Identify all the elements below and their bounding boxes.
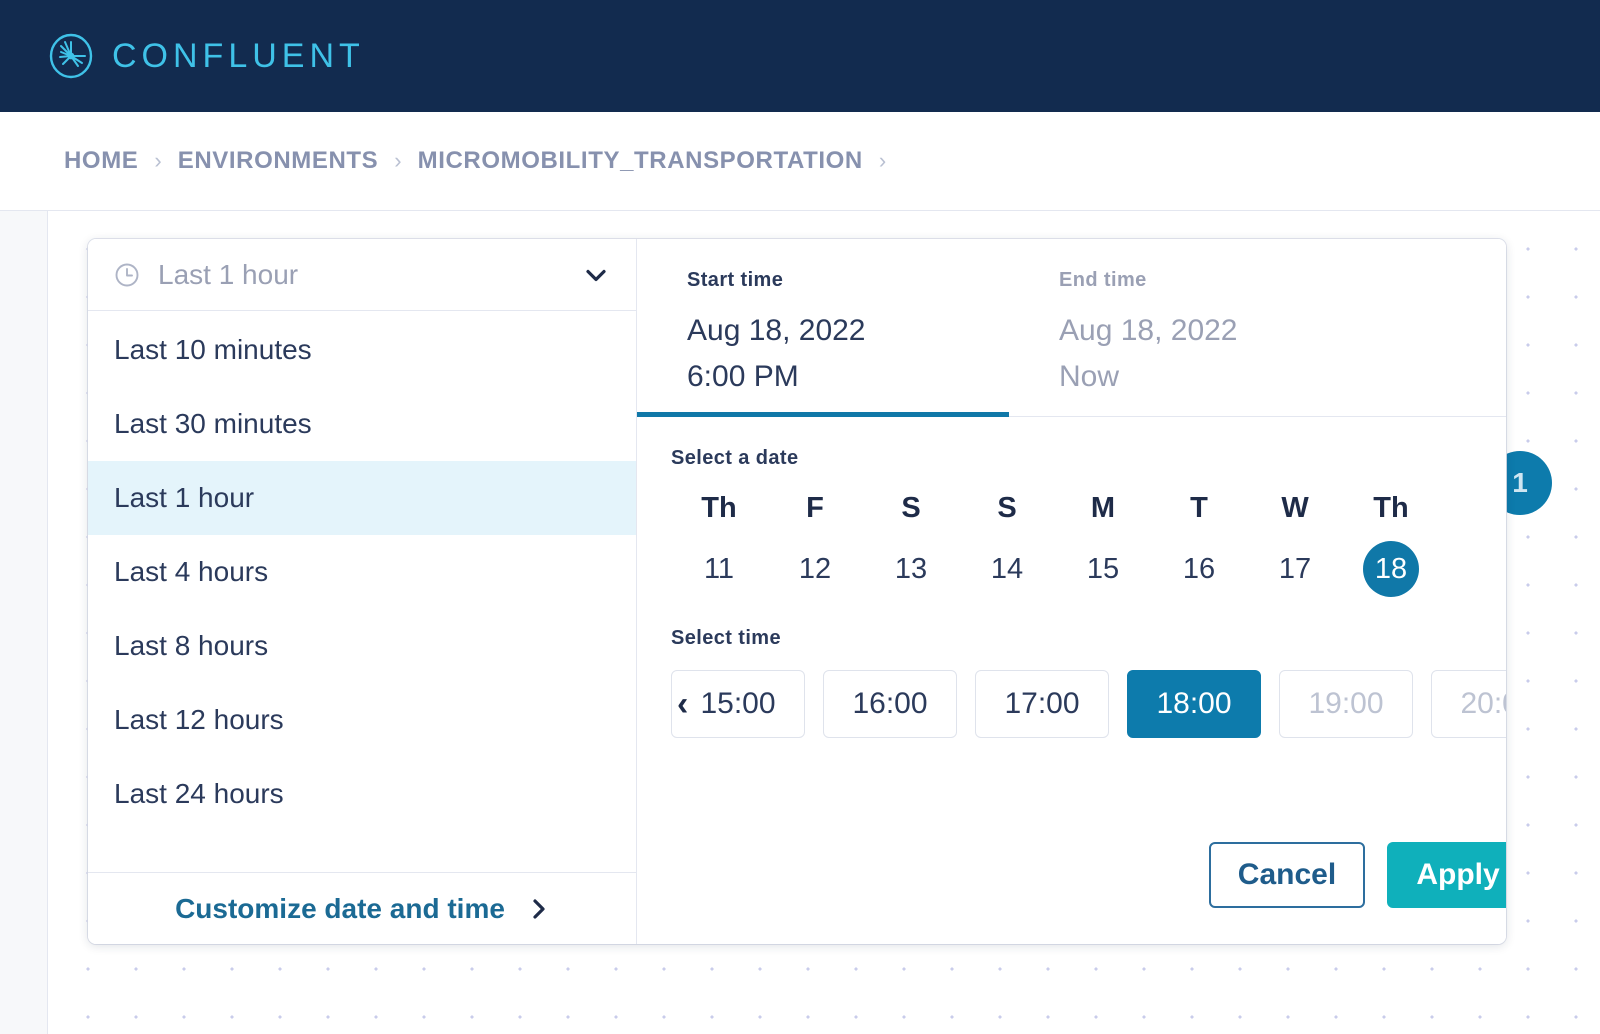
preset-item-last-12-hours[interactable]: Last 12 hours (88, 683, 636, 757)
start-time-date: Aug 18, 2022 (687, 314, 1009, 348)
time-range-combobox[interactable]: Last 1 hour (88, 239, 636, 311)
day-of-week-label: F (767, 492, 863, 525)
day-of-week-label: Th (671, 492, 767, 525)
date-cell-12[interactable]: F 12 (767, 492, 863, 597)
time-section: Select time 15:00 16:00 17:00 18:00 (637, 597, 1506, 738)
time-slot-16-00[interactable]: 16:00 (823, 670, 957, 738)
preset-label: Last 30 minutes (114, 408, 312, 440)
app-root: CONFLUENT HOME › ENVIRONMENTS › MICROMOB… (0, 0, 1600, 1034)
breadcrumb-bar: HOME › ENVIRONMENTS › MICROMOBILITY_TRAN… (0, 112, 1600, 210)
breadcrumb: HOME › ENVIRONMENTS › MICROMOBILITY_TRAN… (64, 147, 902, 175)
time-slot-19-00[interactable]: 19:00 (1279, 670, 1413, 738)
date-cell-17[interactable]: W 17 (1247, 492, 1343, 597)
time-slot-label: 19:00 (1308, 687, 1383, 721)
time-slot-strip: 15:00 16:00 17:00 18:00 19:00 (671, 670, 1506, 738)
action-bar: Cancel Apply (637, 842, 1506, 944)
day-of-week-label: T (1151, 492, 1247, 525)
start-time-time: 6:00 PM (687, 360, 1009, 394)
date-strip: Th 11 F 12 S 13 S 14 (671, 492, 1506, 597)
content-canvas: 1 Last 1 hour (0, 210, 1600, 1034)
time-slot-18-00[interactable]: 18:00 (1127, 670, 1261, 738)
day-of-week-label: M (1055, 492, 1151, 525)
preset-item-last-30-minutes[interactable]: Last 30 minutes (88, 387, 636, 461)
preset-label: Last 24 hours (114, 778, 284, 810)
time-slot-label: 16:00 (852, 687, 927, 721)
preset-label: Last 8 hours (114, 630, 268, 662)
day-number: 16 (1171, 541, 1227, 597)
end-time-time: Now (1059, 360, 1381, 394)
preset-label: Last 4 hours (114, 556, 268, 588)
time-slot-label: 15:00 (700, 687, 775, 721)
time-slot-label: 18:00 (1156, 687, 1231, 721)
start-time-label: Start time (687, 269, 1009, 292)
day-number: 13 (883, 541, 939, 597)
day-of-week-label: S (863, 492, 959, 525)
tab-start-time[interactable]: Start time Aug 18, 2022 6:00 PM (637, 269, 1009, 416)
breadcrumb-item-home[interactable]: HOME (64, 147, 138, 175)
day-of-week-label: Th (1343, 492, 1439, 525)
customize-date-and-time-button[interactable]: Customize date and time (88, 873, 636, 944)
day-number: 15 (1075, 541, 1131, 597)
date-section: Select a date Th 11 F 12 S 13 (637, 417, 1506, 597)
time-slot-17-00[interactable]: 17:00 (975, 670, 1109, 738)
start-end-time-tabs: Start time Aug 18, 2022 6:00 PM End time… (637, 239, 1506, 417)
clock-icon (114, 262, 140, 288)
select-time-title: Select time (671, 627, 1506, 650)
chevron-left-icon[interactable]: ‹ (677, 687, 688, 721)
breadcrumb-separator-icon: › (154, 148, 161, 174)
date-cell-14[interactable]: S 14 (959, 492, 1055, 597)
cancel-button[interactable]: Cancel (1209, 842, 1365, 908)
date-cell-18[interactable]: Th 18 (1343, 492, 1439, 597)
breadcrumb-item-environment-name[interactable]: MICROMOBILITY_TRANSPORTATION (418, 147, 863, 175)
time-range-combobox-value: Last 1 hour (158, 259, 582, 291)
breadcrumb-separator-icon: › (879, 148, 886, 174)
brand-logo[interactable]: CONFLUENT (48, 33, 365, 79)
preset-panel: Last 1 hour Last 10 minutes Last 30 minu… (88, 239, 637, 944)
chevron-down-icon[interactable] (582, 261, 610, 289)
date-cell-11[interactable]: Th 11 (671, 492, 767, 597)
preset-item-last-1-hour[interactable]: Last 1 hour (88, 461, 636, 535)
preset-item-last-24-hours[interactable]: Last 24 hours (88, 757, 636, 831)
preset-item-last-4-hours[interactable]: Last 4 hours (88, 535, 636, 609)
apply-button[interactable]: Apply (1387, 842, 1506, 908)
day-number: 18 (1363, 541, 1419, 597)
brand-name: CONFLUENT (112, 37, 365, 76)
customize-label: Customize date and time (175, 893, 505, 925)
day-number: 17 (1267, 541, 1323, 597)
customize-section: Customize date and time (88, 872, 636, 944)
date-cell-16[interactable]: T 16 (1151, 492, 1247, 597)
end-time-label: End time (1059, 269, 1381, 292)
chevron-right-icon (529, 897, 549, 921)
preset-list: Last 10 minutes Last 30 minutes Last 1 h… (88, 311, 636, 872)
tab-end-time[interactable]: End time Aug 18, 2022 Now (1009, 269, 1381, 416)
preset-label: Last 1 hour (114, 482, 254, 514)
breadcrumb-item-environments[interactable]: ENVIRONMENTS (178, 147, 379, 175)
breadcrumb-separator-icon: › (394, 148, 401, 174)
detail-panel: Start time Aug 18, 2022 6:00 PM End time… (637, 239, 1506, 944)
date-cell-15[interactable]: M 15 (1055, 492, 1151, 597)
left-rail (0, 211, 48, 1034)
preset-label: Last 12 hours (114, 704, 284, 736)
day-number: 14 (979, 541, 1035, 597)
confluent-starburst-icon (48, 33, 94, 79)
time-slot-15-00[interactable]: 15:00 (671, 670, 805, 738)
end-time-date: Aug 18, 2022 (1059, 314, 1381, 348)
preset-label: Last 10 minutes (114, 334, 312, 366)
day-number: 12 (787, 541, 843, 597)
day-of-week-label: W (1247, 492, 1343, 525)
date-cell-13[interactable]: S 13 (863, 492, 959, 597)
select-a-date-title: Select a date (671, 447, 1506, 470)
time-slot-label: 17:00 (1004, 687, 1079, 721)
time-slot-20-00[interactable]: 20:00 (1431, 670, 1506, 738)
top-navigation-bar: CONFLUENT (0, 0, 1600, 112)
day-number: 11 (691, 541, 747, 597)
preset-item-last-8-hours[interactable]: Last 8 hours (88, 609, 636, 683)
preset-item-last-10-minutes[interactable]: Last 10 minutes (88, 313, 636, 387)
day-of-week-label: S (959, 492, 1055, 525)
time-slot-label: 20:00 (1460, 687, 1506, 721)
time-range-picker-popover: Last 1 hour Last 10 minutes Last 30 minu… (88, 239, 1506, 944)
